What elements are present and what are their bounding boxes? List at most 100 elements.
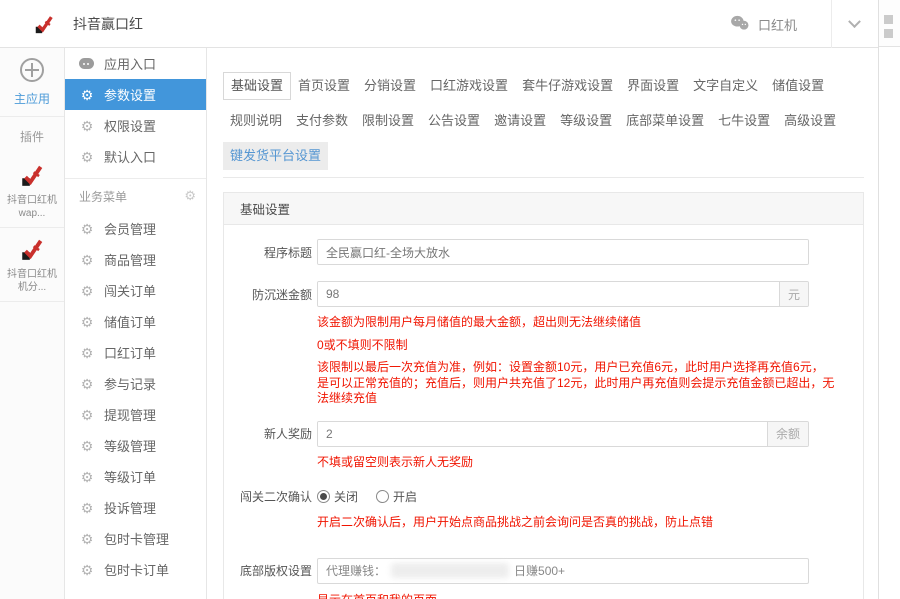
tab-lipstick-game-settings[interactable]: 口红游戏设置 (423, 72, 515, 100)
cutoff-right-panel (878, 0, 900, 599)
tab-home-settings[interactable]: 首页设置 (291, 72, 357, 100)
copyright-value-prefix: 代理赚钱： (326, 564, 387, 578)
sidebar-item-label: 会员管理 (104, 222, 157, 237)
sidebar-item-label: 闯关订单 (104, 284, 157, 299)
hint-text: 该限制以最后一次充值为准，例如：设置金额10元，用户已充值6元，此时用户选择再充… (317, 360, 835, 405)
sidebar-item-label: 默认入口 (104, 150, 157, 165)
app-rail: 主应用 插件 抖音口红机wap... 抖音口红机机分... (0, 48, 65, 599)
chevron-down-icon (847, 14, 861, 28)
gear-icon (79, 439, 95, 453)
gear-icon[interactable] (184, 188, 196, 204)
plugin-label: 抖音口红机机分... (7, 269, 57, 293)
rail-item-main-app[interactable]: 主应用 (0, 48, 64, 117)
sidebar-item-stored-value-orders[interactable]: 储值订单 (65, 306, 206, 337)
radio-on-label: 开启 (393, 490, 418, 504)
tab-invitation-settings[interactable]: 邀请设置 (487, 107, 553, 135)
account-dropdown-toggle[interactable] (832, 0, 876, 48)
hint-text: 显示在首页和我的页面 (317, 592, 847, 599)
gear-icon (79, 408, 95, 422)
sidebar-item-time-card-orders[interactable]: 包时卡订单 (65, 554, 206, 585)
sidebar-item-time-card-management[interactable]: 包时卡管理 (65, 523, 206, 554)
basic-settings-panel: 基础设置 程序标题 防沉迷金额 元 (223, 192, 864, 599)
tab-qiniu-settings[interactable]: 七牛设置 (711, 107, 777, 135)
tab-text-customization[interactable]: 文字自定义 (686, 72, 765, 100)
field-label: 闯关二次确认 (240, 490, 313, 504)
copyright-input[interactable]: 代理赚钱： 日赚500+ (317, 557, 809, 584)
gear-icon (79, 563, 95, 577)
field-footer-copyright: 底部版权设置 代理赚钱： 日赚500+ 显示在首页和我的页面 (240, 557, 847, 599)
panel-body: 程序标题 防沉迷金额 元 该金额为限制用户每月储值的最大金额，超出则无法继续储值… (224, 225, 863, 599)
newcomer-reward-input-wrap: 余额 (317, 420, 809, 447)
sidebar-item-complaint-management[interactable]: 投诉管理 (65, 492, 206, 523)
cutoff-text-fragment (884, 15, 893, 24)
account-menu[interactable]: 口红机 (730, 15, 831, 34)
sidebar-item-default-entry[interactable]: 默认入口 (65, 141, 206, 172)
radio-off[interactable] (317, 490, 330, 503)
sidebar-item-label: 口红订单 (104, 346, 157, 361)
tab-bottom-menu-settings[interactable]: 底部菜单设置 (619, 107, 711, 135)
sidebar-item-level-management[interactable]: 等级管理 (65, 430, 206, 461)
hint-text: 开启二次确认后，用户开始点商品挑战之前会询问是否真的挑战，防止点错 (317, 514, 714, 529)
hint-text: 不填或留空则表示新人无奖励 (317, 454, 474, 469)
tab-stored-value-settings[interactable]: 储值设置 (765, 72, 831, 100)
tab-level-settings[interactable]: 等级设置 (553, 107, 619, 135)
tab-rules-description[interactable]: 规则说明 (223, 107, 289, 135)
sidebar-item-permission-settings[interactable]: 权限设置 (65, 110, 206, 141)
gear-icon (79, 315, 95, 329)
redacted-blur (391, 563, 510, 578)
tab-distribution-settings[interactable]: 分销设置 (357, 72, 423, 100)
sidebar-item-withdrawal-management[interactable]: 提现管理 (65, 399, 206, 430)
rail-item-plugin-fenxiao[interactable]: 抖音口红机机分... (0, 228, 64, 302)
unit-addon-yuan: 元 (778, 282, 808, 306)
settings-tabs: 基础设置 首页设置 分销设置 口红游戏设置 套牛仔游戏设置 界面设置 文字自定义… (223, 72, 864, 178)
copyright-value-suffix: 日赚500+ (514, 564, 566, 578)
sidebar-item-level-orders[interactable]: 等级订单 (65, 461, 206, 492)
sidebar-item-label: 应用入口 (104, 57, 157, 72)
newcomer-reward-input[interactable] (318, 421, 767, 446)
lipstick-plugin-icon (22, 239, 43, 260)
gear-icon (79, 150, 95, 164)
tab-advanced-settings[interactable]: 高级设置 (777, 107, 843, 135)
anti-addiction-input[interactable] (318, 282, 779, 306)
sidebar-item-parameter-settings[interactable]: 参数设置 (65, 79, 206, 110)
anti-addiction-input-wrap: 元 (317, 281, 809, 307)
gear-icon (79, 253, 95, 267)
unit-addon-balance: 余额 (766, 421, 808, 446)
tab-shipping-platform-settings[interactable]: 键发货平台设置 (223, 142, 329, 170)
program-title-input[interactable] (318, 240, 808, 264)
tab-interface-settings[interactable]: 界面设置 (620, 72, 686, 100)
field-label: 程序标题 (263, 245, 312, 260)
settings-sidebar: 应用入口 参数设置 权限设置 默认入口 业务菜单 会员管理 商品管理 闯关订单 … (65, 48, 207, 599)
grid-icon (20, 58, 44, 82)
sidebar-item-label: 包时卡订单 (104, 563, 170, 578)
tab-announcement-settings[interactable]: 公告设置 (421, 107, 487, 135)
confirm-radio-group: 关闭 开启 (317, 488, 435, 506)
sidebar-section-business-menu: 业务菜单 (65, 179, 206, 213)
tab-restriction-settings[interactable]: 限制设置 (355, 107, 421, 135)
field-label: 防沉迷金额 (251, 287, 312, 302)
lipstick-plugin-icon (22, 165, 43, 186)
cutoff-text-fragment (884, 29, 893, 38)
field-challenge-confirm: 闯关二次确认 关闭 开启 开启二次确认后，用户开始点商品挑战之前会询问是否真的挑… (240, 488, 847, 530)
tab-payment-parameters[interactable]: 支付参数 (289, 107, 355, 135)
sidebar-item-challenge-orders[interactable]: 闯关订单 (65, 275, 206, 306)
sidebar-item-label: 等级订单 (104, 470, 157, 485)
field-program-title: 程序标题 (240, 239, 847, 265)
rail-section-plugins: 插件 (19, 130, 44, 144)
sidebar-item-label: 等级管理 (104, 439, 157, 454)
sidebar-item-product-management[interactable]: 商品管理 (65, 244, 206, 275)
radio-on[interactable] (376, 490, 390, 503)
sidebar-item-label: 权限设置 (104, 119, 157, 134)
account-label: 口红机 (757, 17, 797, 33)
sidebar-item-member-management[interactable]: 会员管理 (65, 213, 206, 244)
sidebar-item-app-entry[interactable]: 应用入口 (65, 48, 206, 79)
tab-basic-settings[interactable]: 基础设置 (223, 72, 292, 100)
sidebar-item-participation-records[interactable]: 参与记录 (65, 368, 206, 399)
rail-item-plugin-wap[interactable]: 抖音口红机wap... (0, 154, 64, 228)
tab-cowboy-game-settings[interactable]: 套牛仔游戏设置 (515, 72, 620, 100)
field-newcomer-reward: 新人奖励 余额 不填或留空则表示新人无奖励 (240, 420, 847, 470)
field-label: 底部版权设置 (240, 564, 313, 578)
sidebar-item-lipstick-orders[interactable]: 口红订单 (65, 337, 206, 368)
sidebar-item-label: 提现管理 (104, 408, 157, 423)
field-anti-addiction: 防沉迷金额 元 该金额为限制用户每月储值的最大金额，超出则无法继续储值 0或不填… (240, 281, 847, 407)
